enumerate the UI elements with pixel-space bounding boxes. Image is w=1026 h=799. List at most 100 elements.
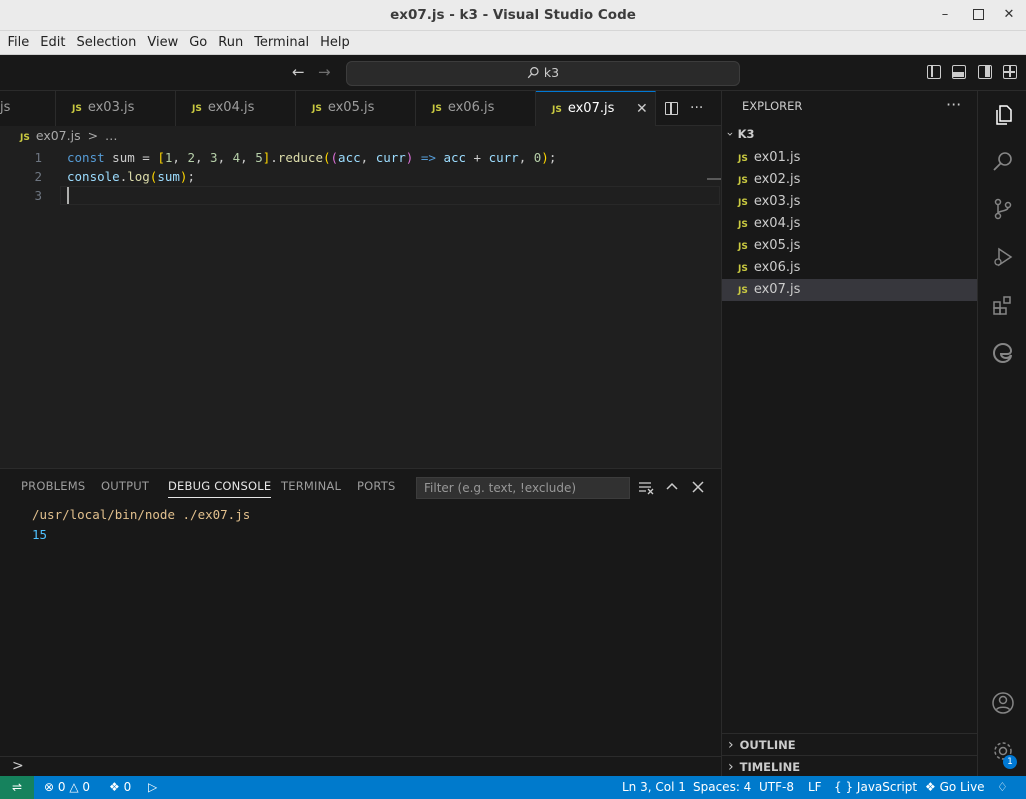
notifications-bell[interactable]: ♢ bbox=[997, 776, 1008, 798]
js-file-icon: JS bbox=[72, 104, 82, 114]
edge-devtools-activity[interactable] bbox=[978, 329, 1026, 377]
file-ex01[interactable]: JS ex01.js bbox=[722, 147, 978, 169]
debug-icon: ▷ bbox=[148, 780, 158, 794]
breadcrumb-more[interactable]: … bbox=[105, 128, 118, 143]
toggle-secondary-sidebar-icon[interactable] bbox=[978, 65, 992, 79]
file-name: ex04.js bbox=[753, 216, 801, 231]
cursor-position-status[interactable]: Ln 3, Col 1 bbox=[622, 776, 686, 798]
explorer-activity[interactable] bbox=[978, 91, 1026, 139]
breadcrumb-file[interactable]: ex07.js bbox=[36, 128, 81, 143]
file-ex06[interactable]: JS ex06.js bbox=[722, 257, 978, 279]
tab-ex03[interactable]: JS ex03.js bbox=[56, 91, 176, 126]
search-icon bbox=[992, 152, 1012, 171]
file-ex03[interactable]: JS ex03.js bbox=[722, 191, 978, 213]
tab-ex05[interactable]: JS ex05.js bbox=[296, 91, 416, 126]
menu-run[interactable]: Run bbox=[213, 31, 249, 55]
menu-terminal[interactable]: Terminal bbox=[249, 31, 315, 55]
menu-help[interactable]: Help bbox=[315, 31, 356, 55]
customize-layout-icon[interactable] bbox=[1003, 65, 1017, 79]
title-bar: ex07.js - k3 - Visual Studio Code – ✕ bbox=[0, 0, 1026, 31]
panel-tab-output[interactable]: OUTPUT bbox=[101, 479, 149, 493]
file-name: ex07.js bbox=[753, 282, 801, 297]
remote-indicator[interactable]: ⇌ bbox=[0, 776, 34, 799]
toggle-panel-icon[interactable] bbox=[952, 65, 966, 79]
split-editor-icon[interactable] bbox=[665, 91, 678, 126]
tab-label: ex03.js bbox=[87, 100, 135, 115]
manage-activity[interactable]: 1 bbox=[978, 727, 1026, 775]
menu-view[interactable]: View bbox=[142, 31, 184, 55]
minimize-button[interactable]: – bbox=[933, 4, 957, 26]
maximize-button[interactable] bbox=[966, 4, 990, 26]
close-window-button[interactable]: ✕ bbox=[997, 4, 1021, 26]
filter-input[interactable]: Filter (e.g. text, !exclude) bbox=[416, 477, 630, 499]
warning-icon: △ bbox=[69, 780, 79, 794]
warning-count: 0 bbox=[82, 780, 91, 794]
more-actions-icon[interactable]: ··· bbox=[690, 91, 703, 126]
run-debug-icon bbox=[993, 247, 1012, 267]
forward-arrow-icon[interactable]: → bbox=[318, 63, 331, 81]
console-prompt-icon: > bbox=[12, 758, 24, 774]
debug-console-input[interactable]: > bbox=[0, 756, 721, 776]
menu-go[interactable]: Go bbox=[184, 31, 213, 55]
menu-bar: File Edit Selection View Go Run Terminal Help bbox=[0, 31, 1026, 55]
accounts-activity[interactable] bbox=[978, 679, 1026, 727]
search-activity[interactable] bbox=[978, 137, 1026, 185]
encoding-status[interactable]: UTF-8 bbox=[759, 776, 794, 798]
ports-count: 0 bbox=[123, 780, 132, 794]
tab-ex04[interactable]: JS ex04.js bbox=[176, 91, 296, 126]
file-ex04[interactable]: JS ex04.js bbox=[722, 213, 978, 235]
problems-status[interactable]: ⊗ 0 △ 0 bbox=[44, 776, 90, 798]
js-file-icon: JS bbox=[738, 264, 748, 274]
extensions-activity[interactable] bbox=[978, 281, 1026, 329]
command-center-search[interactable]: k3 bbox=[346, 61, 740, 86]
indentation-status[interactable]: Spaces: 4 bbox=[693, 776, 751, 798]
run-debug-activity[interactable] bbox=[978, 233, 1026, 281]
console-output-value: 15 bbox=[32, 527, 48, 542]
ports-status[interactable]: ❖ 0 bbox=[109, 776, 131, 798]
tab-ex07[interactable]: JS ex07.js ✕ bbox=[536, 91, 656, 126]
file-ex07[interactable]: JS ex07.js bbox=[722, 279, 978, 301]
close-icon: ✕ bbox=[1003, 7, 1015, 22]
tab-label: ex07.js bbox=[567, 101, 615, 116]
menu-edit[interactable]: Edit bbox=[35, 31, 71, 55]
folder-k3[interactable]: ›K3 bbox=[723, 127, 754, 141]
panel-tab-ports[interactable]: PORTS bbox=[357, 479, 395, 493]
file-ex05[interactable]: JS ex05.js bbox=[722, 235, 978, 257]
file-ex02[interactable]: JS ex02.js bbox=[722, 169, 978, 191]
code-text: const sum = [1, 2, 3, 4, 5].reduce((acc,… bbox=[67, 150, 557, 165]
account-icon bbox=[991, 692, 1014, 714]
toggle-primary-sidebar-icon[interactable] bbox=[927, 65, 941, 79]
back-arrow-icon[interactable]: ← bbox=[292, 63, 305, 81]
chevron-down-icon: › bbox=[723, 131, 738, 137]
remote-icon: ⇌ bbox=[11, 780, 23, 794]
go-live-status[interactable]: ❖ Go Live bbox=[925, 776, 985, 798]
outline-section[interactable]: › OUTLINE bbox=[722, 733, 978, 755]
clear-console-icon[interactable] bbox=[638, 481, 654, 495]
source-control-activity[interactable] bbox=[978, 185, 1026, 233]
js-file-icon: JS bbox=[20, 133, 30, 143]
tab-ex06[interactable]: JS ex06.js bbox=[416, 91, 536, 126]
eol-status[interactable]: LF bbox=[808, 776, 822, 798]
timeline-section[interactable]: › TIMELINE bbox=[722, 755, 978, 777]
tab-label: ex04.js bbox=[207, 100, 255, 115]
menu-selection[interactable]: Selection bbox=[71, 31, 142, 55]
menu-file[interactable]: File bbox=[2, 31, 35, 55]
file-name: ex01.js bbox=[753, 150, 801, 165]
language-status[interactable]: { } JavaScript bbox=[834, 776, 917, 798]
tab-label: ex06.js bbox=[447, 100, 495, 115]
tab-close-icon[interactable]: ✕ bbox=[636, 92, 648, 126]
error-count: 0 bbox=[57, 780, 66, 794]
explorer-more-icon[interactable]: ··· bbox=[946, 95, 961, 114]
tab-partial[interactable]: js bbox=[0, 91, 56, 126]
debug-launch-status[interactable]: ▷ bbox=[148, 776, 157, 798]
close-panel-icon[interactable] bbox=[691, 480, 705, 494]
files-icon bbox=[995, 105, 1012, 125]
panel-tab-debug-console[interactable]: DEBUG CONSOLE bbox=[168, 479, 272, 498]
code-editor[interactable]: 1 const sum = [1, 2, 3, 4, 5].reduce((ac… bbox=[0, 148, 721, 468]
panel-tab-terminal[interactable]: TERMINAL bbox=[281, 479, 341, 493]
panel-tab-problems[interactable]: PROBLEMS bbox=[21, 479, 85, 493]
maximize-panel-icon[interactable] bbox=[665, 480, 679, 494]
js-file-icon: JS bbox=[312, 104, 322, 114]
minimize-icon: – bbox=[941, 7, 949, 22]
code-text: console.log(sum); bbox=[67, 169, 195, 184]
